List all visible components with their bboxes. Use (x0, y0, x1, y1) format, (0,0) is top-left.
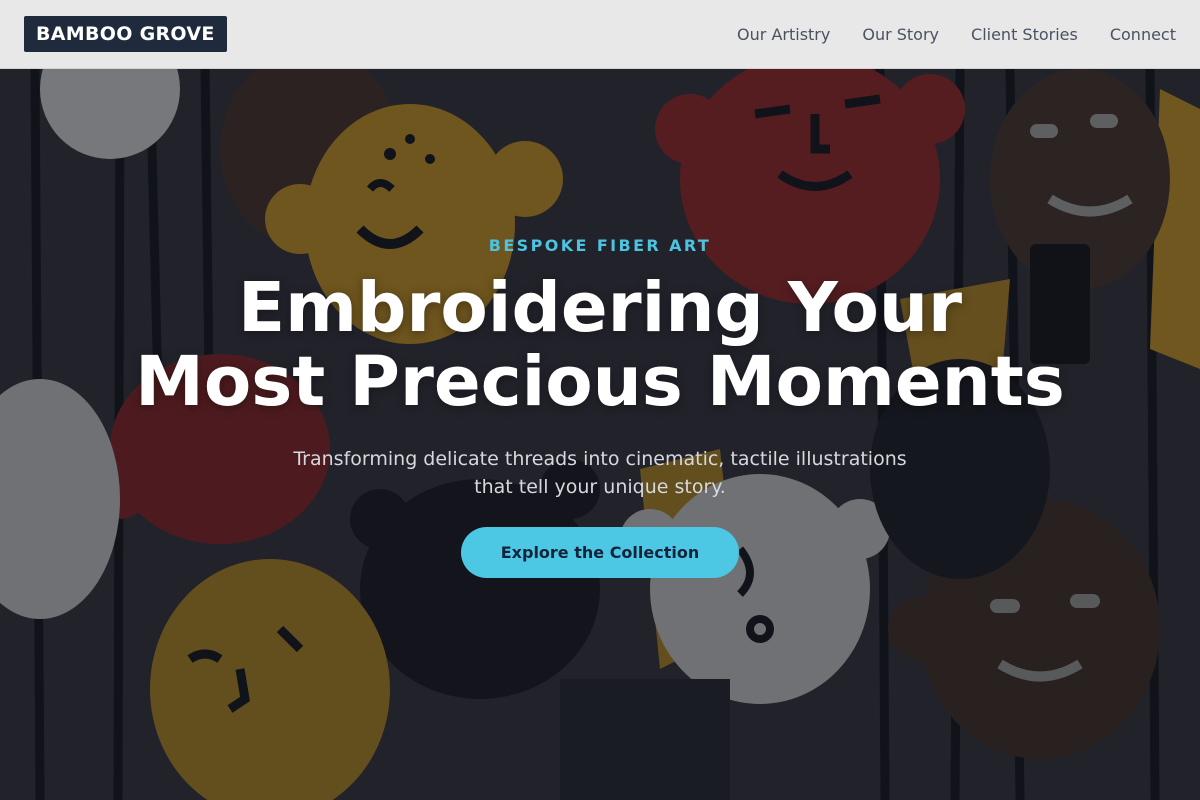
explore-collection-button[interactable]: Explore the Collection (460, 527, 740, 578)
hero-headline-line-1: Embroidering Your (237, 268, 963, 348)
nav-link-our-story[interactable]: Our Story (862, 25, 939, 44)
nav-link-our-artistry[interactable]: Our Artistry (737, 25, 830, 44)
site-header: BAMBOO GROVE Our Artistry Our Story Clie… (0, 0, 1200, 69)
hero-subtitle-line-2: that tell your unique story. (474, 476, 726, 498)
hero-section: BESPOKE FIBER ART Embroidering Your Most… (0, 69, 1200, 800)
brand-logo[interactable]: BAMBOO GROVE (24, 16, 227, 52)
hero-headline-line-2: Most Precious Moments (135, 342, 1065, 422)
hero-subtitle: Transforming delicate threads into cinem… (260, 445, 940, 501)
hero-eyebrow: BESPOKE FIBER ART (488, 236, 712, 255)
hero-headline: Embroidering Your Most Precious Moments (135, 271, 1065, 419)
main-nav: Our Artistry Our Story Client Stories Co… (737, 25, 1176, 44)
hero-subtitle-line-1: Transforming delicate threads into cinem… (293, 448, 907, 470)
nav-link-connect[interactable]: Connect (1110, 25, 1176, 44)
hero-content: BESPOKE FIBER ART Embroidering Your Most… (0, 69, 1200, 800)
nav-link-client-stories[interactable]: Client Stories (971, 25, 1078, 44)
